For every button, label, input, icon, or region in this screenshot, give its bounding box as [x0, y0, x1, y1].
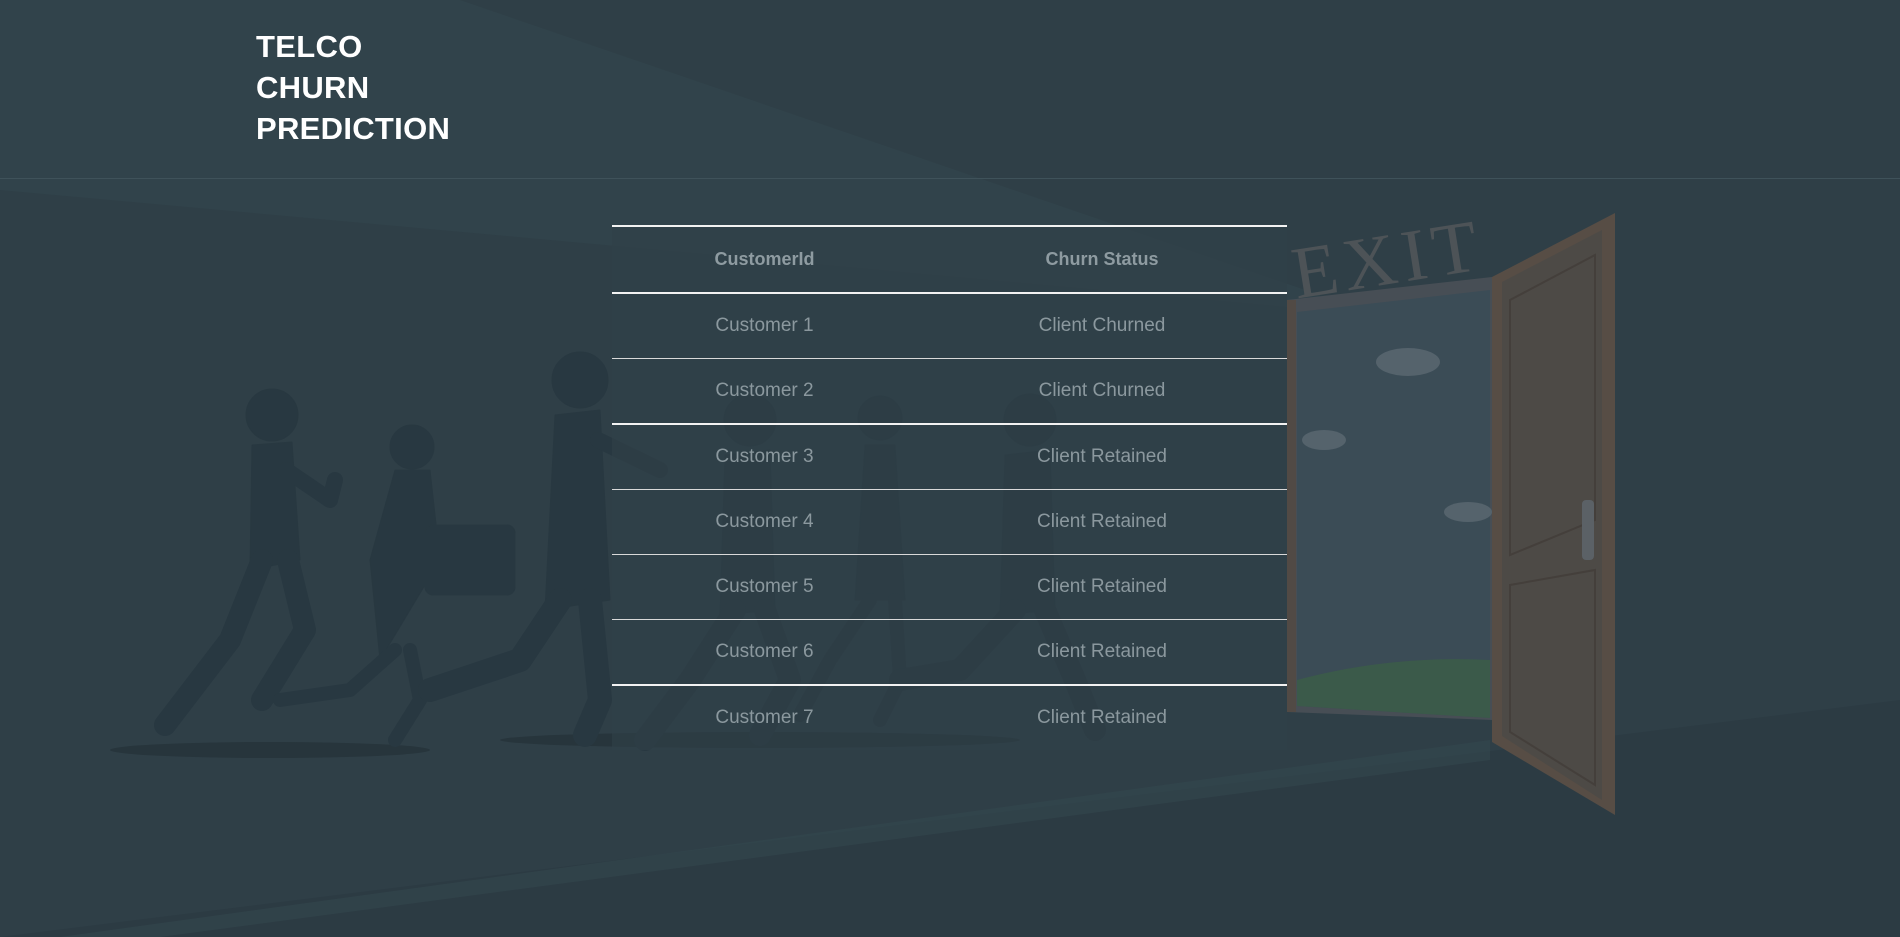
table-row: Customer 1 Client Churned	[612, 293, 1287, 359]
churn-results-table-wrapper: CustomerId Churn Status Customer 1 Clien…	[612, 225, 1287, 750]
customer-id-cell: Customer 6	[612, 619, 917, 686]
app-title-line-2: CHURN	[256, 70, 370, 105]
page: EXIT TELCO CHURN PREDICTION CustomerId C…	[0, 0, 1900, 937]
churn-status-cell: Client Churned	[917, 358, 1287, 425]
column-header-churn-status: Churn Status	[917, 225, 1287, 294]
churn-status-cell: Client Retained	[917, 619, 1287, 686]
churn-status-cell: Client Retained	[917, 554, 1287, 620]
table-row: Customer 5 Client Retained	[612, 554, 1287, 620]
churn-results-table: CustomerId Churn Status Customer 1 Clien…	[612, 225, 1287, 750]
customer-id-cell: Customer 2	[612, 358, 917, 425]
app-title-line-1: TELCO	[256, 29, 363, 64]
churn-status-cell: Client Retained	[917, 489, 1287, 555]
churn-status-cell: Client Churned	[917, 293, 1287, 359]
table-row: Customer 7 Client Retained	[612, 685, 1287, 750]
table-body: Customer 1 Client Churned Customer 2 Cli…	[612, 293, 1287, 750]
table-row: Customer 3 Client Retained	[612, 424, 1287, 490]
customer-id-cell: Customer 5	[612, 554, 917, 620]
header-bar: TELCO CHURN PREDICTION	[0, 0, 1900, 179]
customer-id-cell: Customer 4	[612, 489, 917, 555]
customer-id-cell: Customer 3	[612, 424, 917, 490]
customer-id-cell: Customer 1	[612, 293, 917, 359]
churn-status-cell: Client Retained	[917, 424, 1287, 490]
app-title-line-3: PREDICTION	[256, 111, 451, 146]
churn-status-cell: Client Retained	[1037, 707, 1167, 728]
table-row: Customer 4 Client Retained	[612, 489, 1287, 555]
table-row: Customer 2 Client Churned	[612, 358, 1287, 425]
app-title: TELCO CHURN PREDICTION	[256, 26, 450, 149]
table-row: Customer 6 Client Retained	[612, 619, 1287, 686]
customer-id-cell: Customer 7	[715, 707, 814, 728]
column-header-customer-id: CustomerId	[612, 225, 917, 294]
table-header: CustomerId Churn Status	[612, 225, 1287, 294]
table-header-row: CustomerId Churn Status	[612, 225, 1287, 294]
